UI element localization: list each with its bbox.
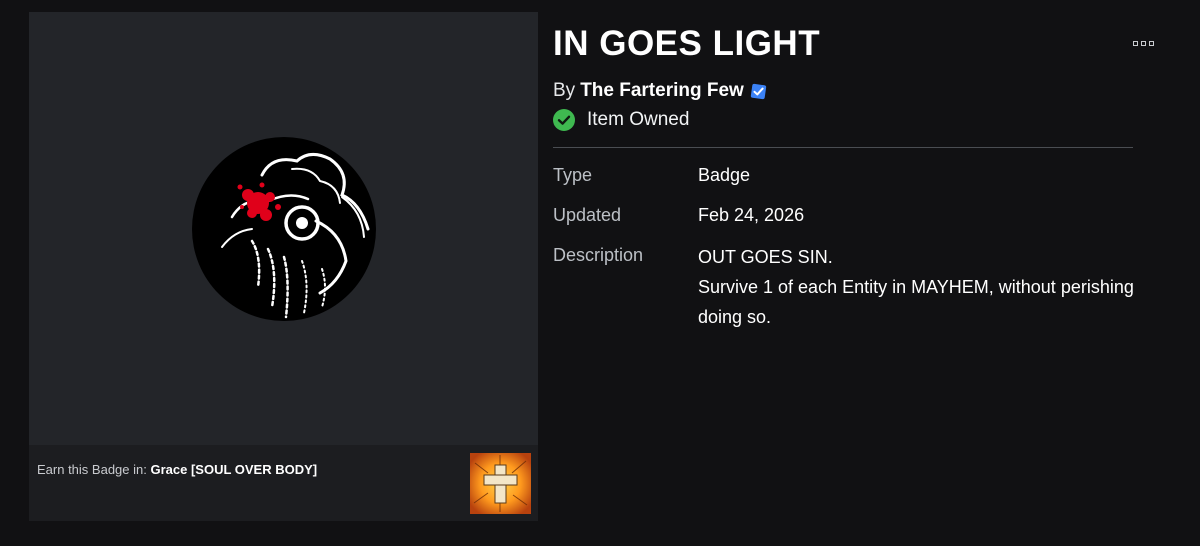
earn-prefix: Earn this Badge in: (37, 462, 147, 477)
check-circle-icon (553, 109, 575, 131)
game-thumbnail[interactable] (470, 453, 531, 514)
creator-link[interactable]: The Fartering Few (580, 80, 744, 102)
badge-image (192, 137, 376, 321)
description-label: Description (553, 245, 644, 265)
item-title: IN GOES LIGHT (553, 24, 821, 63)
game-link[interactable]: Grace [SOUL OVER BODY] (150, 462, 317, 477)
updated-label: Updated (553, 205, 622, 225)
verified-badge-icon (750, 83, 766, 99)
creator-line: By The Fartering Few (553, 80, 767, 102)
description-line: OUT GOES SIN. (698, 247, 833, 267)
earn-badge-text: Earn this Badge in: Grace [SOUL OVER BOD… (37, 462, 317, 477)
earn-badge-bar: Earn this Badge in: Grace [SOUL OVER BOD… (29, 445, 538, 521)
type-value: Badge (698, 165, 751, 185)
more-dot (1140, 40, 1146, 46)
by-label: By (553, 80, 576, 101)
description-line: doing so. (698, 307, 772, 327)
more-dot (1148, 40, 1154, 46)
more-dot (1132, 40, 1138, 46)
owned-label: Item Owned (587, 109, 690, 130)
more-options-icon[interactable] (1128, 34, 1158, 52)
type-label: Type (553, 165, 593, 185)
badge-image-panel: Earn this Badge in: Grace [SOUL OVER BOD… (29, 12, 538, 521)
description-text: OUT GOES SIN. Survive 1 of each Entity i… (698, 242, 1178, 332)
ownership-status: Item Owned (553, 109, 689, 131)
description-line: Survive 1 of each Entity in MAYHEM, with… (698, 277, 1134, 297)
divider (553, 147, 1133, 148)
updated-value: Feb 24, 2026 (698, 205, 805, 225)
